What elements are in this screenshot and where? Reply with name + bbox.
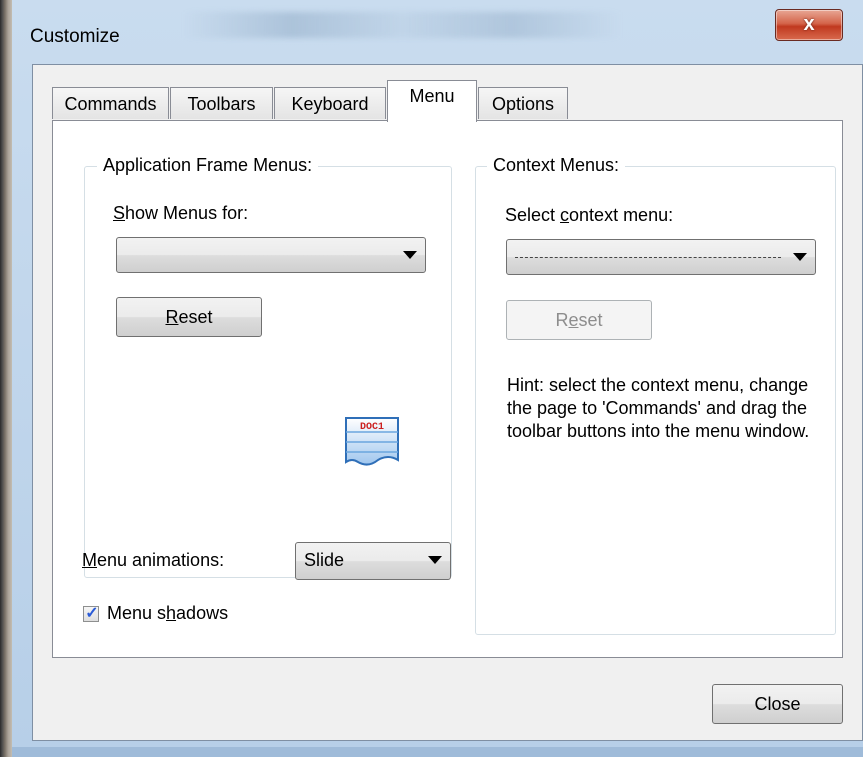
tab-keyboard[interactable]: Keyboard bbox=[274, 87, 386, 119]
tab-commands[interactable]: Commands bbox=[52, 87, 169, 119]
document-icon: DOC1 bbox=[345, 417, 399, 466]
menu-shadows-checkbox[interactable]: ✓ bbox=[83, 605, 99, 622]
window: Customize x Commands Toolbars Keyboard M… bbox=[0, 0, 863, 757]
chevron-down-icon bbox=[403, 251, 417, 259]
menu-shadows-mnemonic: h bbox=[166, 603, 177, 623]
app-frame-menus-caption: Application Frame Menus: bbox=[97, 155, 319, 176]
close-icon: x bbox=[803, 13, 815, 35]
select-context-rest: ontext menu: bbox=[569, 205, 674, 225]
dialog-frame: Customize x Commands Toolbars Keyboard M… bbox=[12, 0, 863, 747]
context-reset-button[interactable]: Reset bbox=[506, 300, 652, 340]
context-menus-caption: Context Menus: bbox=[487, 155, 626, 176]
show-menus-for-mnemonic: S bbox=[113, 203, 126, 223]
menu-shadows-label[interactable]: Menu shadows bbox=[107, 603, 228, 624]
close-window-button[interactable]: x bbox=[775, 9, 843, 41]
chevron-down-icon bbox=[428, 556, 442, 564]
menu-animations-dropdown[interactable]: Slide bbox=[295, 542, 451, 580]
close-button[interactable]: Close bbox=[712, 684, 843, 724]
select-context-mnemonic: c bbox=[560, 205, 570, 225]
context-reset-mnemonic: e bbox=[568, 310, 579, 330]
title-bar-glass bbox=[182, 12, 622, 38]
document-icon-text: DOC1 bbox=[360, 422, 384, 433]
context-menu-value bbox=[515, 257, 781, 258]
menu-animations-label: Menu animations: bbox=[82, 550, 224, 571]
menu-shadows-prefix: Menu s bbox=[107, 603, 167, 623]
tab-toolbars[interactable]: Toolbars bbox=[170, 87, 273, 119]
select-context-menu-label: Select context menu: bbox=[505, 205, 673, 226]
app-frame-reset-button[interactable]: Reset bbox=[116, 297, 262, 337]
reset-mnemonic: R bbox=[165, 307, 179, 327]
background-window-edge bbox=[0, 0, 12, 757]
window-title: Customize bbox=[30, 26, 120, 47]
context-menu-dropdown[interactable] bbox=[506, 239, 816, 275]
context-menu-hint: Hint: select the context menu, change th… bbox=[507, 375, 810, 441]
menu-animations-rest: enu animations: bbox=[97, 550, 225, 570]
context-reset-rest: set bbox=[578, 310, 603, 330]
show-menus-for-label: Show Menus for: bbox=[113, 203, 248, 224]
chevron-down-icon bbox=[793, 253, 807, 261]
dialog-client-area: Commands Toolbars Keyboard Menu Options … bbox=[32, 64, 863, 741]
context-reset-prefix: R bbox=[555, 310, 569, 330]
reset-rest: eset bbox=[178, 307, 213, 327]
select-context-prefix: Select bbox=[505, 205, 561, 225]
checkmark-icon: ✓ bbox=[85, 605, 99, 622]
tab-options[interactable]: Options bbox=[478, 87, 568, 119]
menu-animations-mnemonic: M bbox=[82, 550, 97, 570]
app-frame-menus-group bbox=[84, 166, 452, 578]
tab-menu[interactable]: Menu bbox=[387, 80, 477, 122]
menu-shadows-rest: adows bbox=[176, 603, 229, 623]
show-menus-for-dropdown[interactable] bbox=[116, 237, 426, 273]
menu-animations-value: Slide bbox=[304, 550, 345, 570]
show-menus-for-rest: how Menus for: bbox=[125, 203, 249, 223]
